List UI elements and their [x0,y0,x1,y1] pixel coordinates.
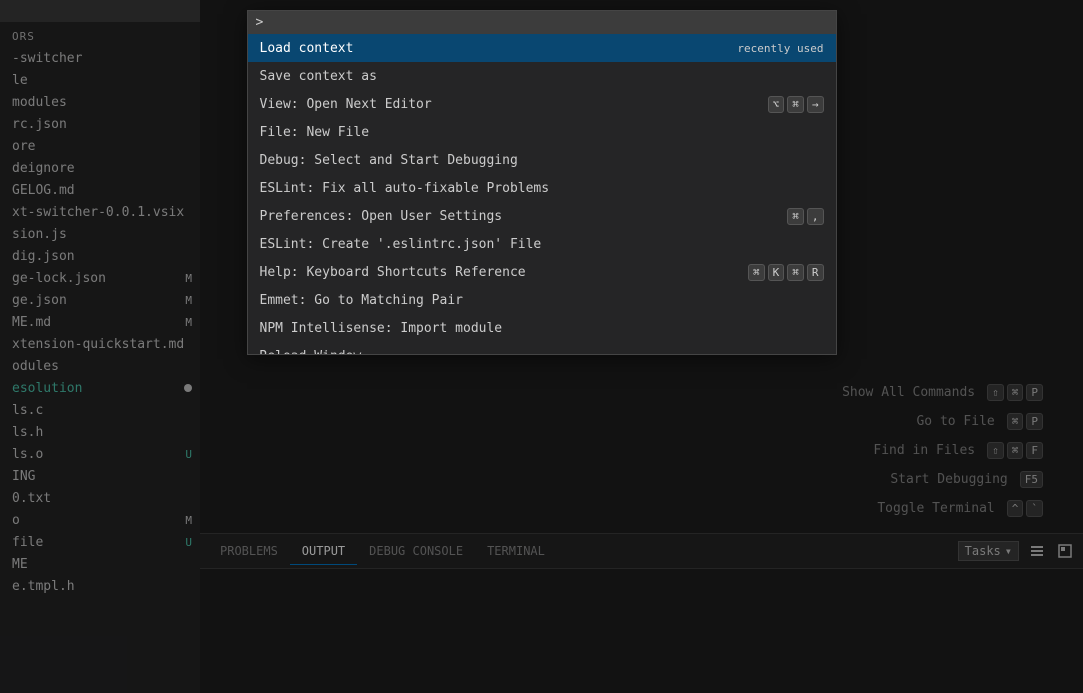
command-item-emmet-match[interactable]: Emmet: Go to Matching Pair [248,286,836,314]
command-item-load-context[interactable]: Load context recently used [248,34,836,62]
cmd-label-eslint-fix: ESLint: Fix all auto-fixable Problems [260,181,550,196]
command-item-open-next-editor[interactable]: View: Open Next Editor ⌥ ⌘ → [248,90,836,118]
cmd-label-save-context: Save context as [260,69,377,84]
cmd-label-npm-import: NPM Intellisense: Import module [260,321,503,336]
cmd-label-start-debugging: Debug: Select and Start Debugging [260,153,518,168]
command-item-npm-import[interactable]: NPM Intellisense: Import module [248,314,836,342]
command-input[interactable] [256,15,828,30]
cmd-shortcut-open-next-editor: ⌥ ⌘ → [768,96,824,113]
cmd-label-eslint-create: ESLint: Create '.eslintrc.json' File [260,237,542,252]
cmd-label-open-next-editor: View: Open Next Editor [260,97,432,112]
cmd-label-emmet-match: Emmet: Go to Matching Pair [260,293,464,308]
cmd-label-preferences: Preferences: Open User Settings [260,209,503,224]
cmd-badge-recently-used: recently used [737,42,823,55]
command-item-new-file[interactable]: File: New File [248,118,836,146]
command-palette: Load context recently used Save context … [247,10,837,355]
command-item-eslint-fix[interactable]: ESLint: Fix all auto-fixable Problems [248,174,836,202]
cmd-label-load-context: Load context [260,41,354,56]
command-list: Load context recently used Save context … [248,34,836,354]
command-item-save-context[interactable]: Save context as [248,62,836,90]
command-item-keyboard-shortcuts[interactable]: Help: Keyboard Shortcuts Reference ⌘ K ⌘… [248,258,836,286]
cmd-label-reload-window: Reload Window [260,349,362,355]
command-item-start-debugging[interactable]: Debug: Select and Start Debugging [248,146,836,174]
command-item-preferences[interactable]: Preferences: Open User Settings ⌘ , [248,202,836,230]
command-palette-overlay[interactable]: Load context recently used Save context … [0,0,1083,693]
cmd-shortcut-keyboard-shortcuts: ⌘ K ⌘ R [748,264,824,281]
command-item-eslint-create[interactable]: ESLint: Create '.eslintrc.json' File [248,230,836,258]
command-item-reload-window[interactable]: Reload Window [248,342,836,354]
cmd-shortcut-preferences: ⌘ , [787,208,823,225]
cmd-label-new-file: File: New File [260,125,370,140]
cmd-label-keyboard-shortcuts: Help: Keyboard Shortcuts Reference [260,265,526,280]
command-input-row [248,11,836,34]
